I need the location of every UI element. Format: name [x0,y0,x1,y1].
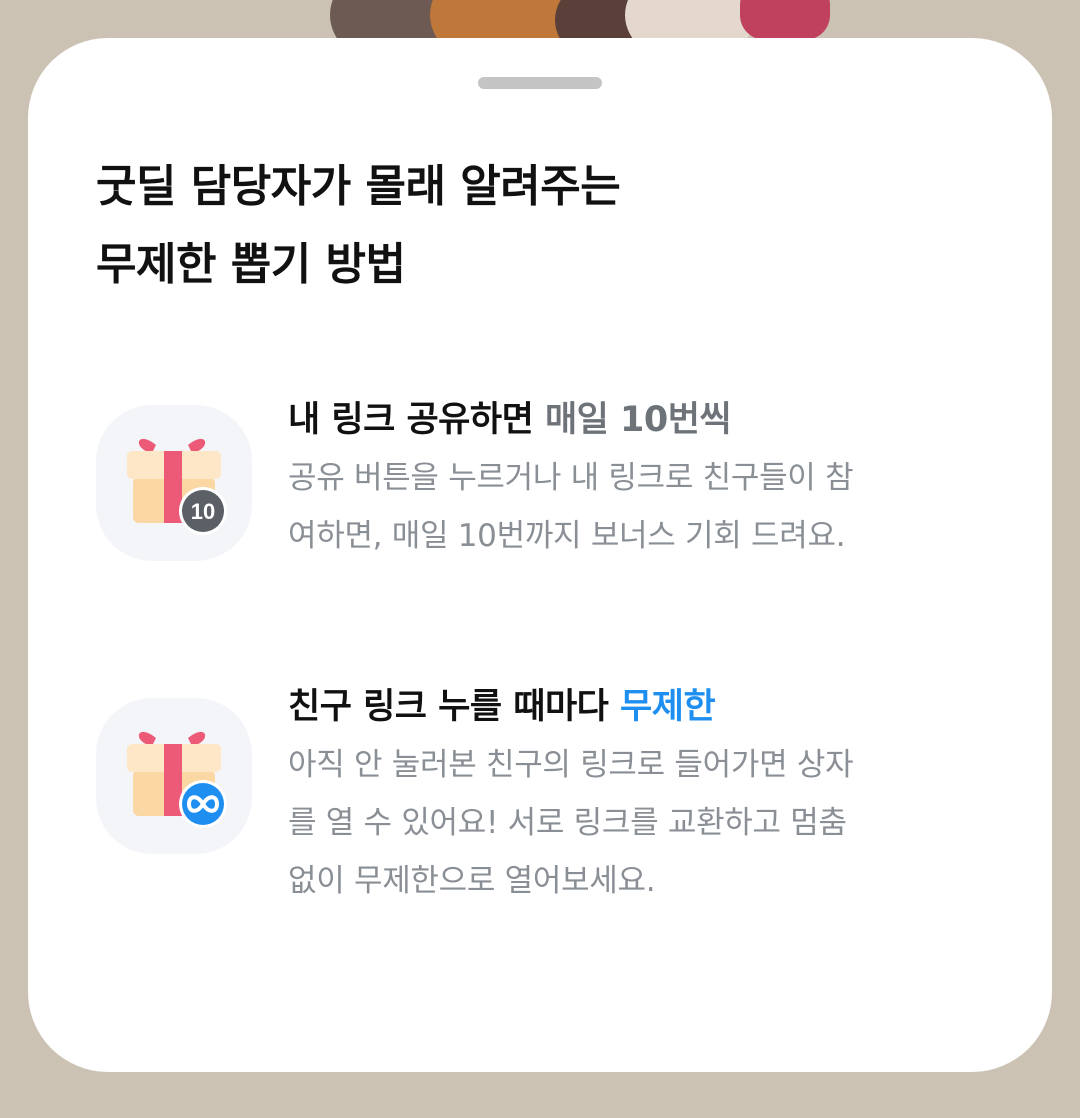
feature-description-line: 없이 무제한으로 열어보세요. [288,863,656,899]
feature-description: 아직 안 눌러본 친구의 링크로 들어가면 상자 를 열 수 있어요! 서로 링… [288,736,978,910]
feature-description-line: 공유 버튼을 누르거나 내 링크로 친구들이 참 [288,460,854,496]
feature-description-line: 를 열 수 있어요! 서로 링크를 교환하고 멈춤 [288,805,847,841]
sheet-title-line-2: 무제한 뽑기 방법 [96,239,406,290]
feature-title-main: 내 링크 공유하면 [288,400,545,440]
bottom-sheet: 굿딜 담당자가 몰래 알려주는 무제한 뽑기 방법 10 내 링크 공유하면 매… [28,38,1052,1072]
drag-handle[interactable] [478,77,602,89]
gift-icon-daily-10: 10 [96,405,252,561]
sheet-title: 굿딜 담당자가 몰래 알려주는 무제한 뽑기 방법 [96,148,996,304]
feature-description: 공유 버튼을 누르거나 내 링크로 친구들이 참 여하면, 매일 10번까지 보… [288,449,978,565]
gift-icon-unlimited [96,698,252,854]
feature-description-line: 여하면, 매일 10번까지 보너스 기회 드려요. [288,518,846,554]
sheet-title-line-1: 굿딜 담당자가 몰래 알려주는 [96,161,621,212]
feature-title-main: 친구 링크 누를 때마다 [288,687,621,727]
feature-title: 친구 링크 누를 때마다 무제한 [288,678,716,729]
gift-badge-number: 10 [191,499,215,524]
feature-description-line: 아직 안 눌러본 친구의 링크로 들어가면 상자 [288,747,854,783]
feature-title-highlight: 매일 10번씩 [544,400,732,440]
feature-title: 내 링크 공유하면 매일 10번씩 [288,391,732,442]
feature-title-highlight: 무제한 [620,687,716,727]
